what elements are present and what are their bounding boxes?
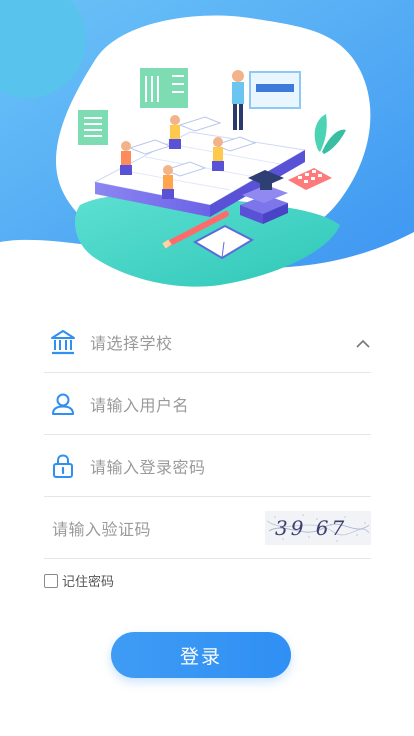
captcha-image[interactable]: 39 67 xyxy=(265,511,371,545)
password-placeholder: 请输入登录密码 xyxy=(90,457,206,477)
captcha-placeholder: 请输入验证码 xyxy=(52,519,152,539)
school-building-icon xyxy=(49,328,77,356)
username-field[interactable]: 请输入用户名 xyxy=(44,373,371,435)
chevron-up-icon[interactable] xyxy=(355,335,371,348)
remember-checkbox[interactable] xyxy=(44,573,58,588)
school-select[interactable]: 请选择学校 xyxy=(44,311,371,373)
login-form: 请选择学校 请输入用户名 请输入登录密码 请输入验证码 39 67 记住密码 xyxy=(44,311,371,590)
password-field[interactable]: 请输入登录密码 xyxy=(44,435,371,497)
hero-illustration xyxy=(0,0,414,300)
remember-password[interactable]: 记住密码 xyxy=(44,571,371,590)
captcha-field[interactable]: 请输入验证码 39 67 xyxy=(44,497,371,559)
captcha-text: 39 67 xyxy=(275,516,347,540)
username-placeholder: 请输入用户名 xyxy=(90,395,190,415)
lock-icon xyxy=(49,452,77,480)
school-select-placeholder: 请选择学校 xyxy=(90,333,173,353)
remember-label: 记住密码 xyxy=(62,575,115,590)
user-icon xyxy=(49,390,77,418)
login-button[interactable]: 登录 xyxy=(111,632,291,678)
